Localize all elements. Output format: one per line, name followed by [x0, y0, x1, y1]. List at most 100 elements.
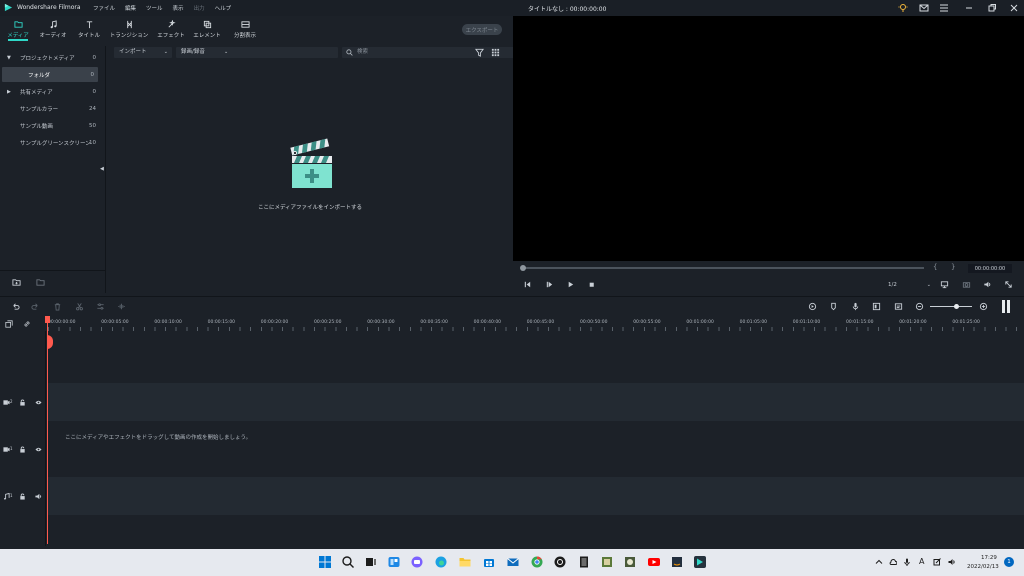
- widgets-icon[interactable]: [387, 555, 401, 569]
- collapse-sidebar-icon[interactable]: ◀: [100, 166, 104, 172]
- display-icon[interactable]: [940, 280, 949, 289]
- video-preview[interactable]: [513, 16, 1024, 261]
- step-back-icon[interactable]: [523, 280, 532, 289]
- clapperboard-import-icon[interactable]: [288, 138, 336, 190]
- microphone-icon[interactable]: [851, 302, 860, 311]
- app-icon[interactable]: [553, 555, 567, 569]
- menu-tools[interactable]: ツール: [146, 4, 163, 12]
- lock-icon[interactable]: [19, 399, 26, 406]
- store-icon[interactable]: [482, 555, 496, 569]
- tab-elements[interactable]: エレメント: [193, 16, 221, 42]
- minimize-icon[interactable]: [963, 2, 975, 14]
- link-icon[interactable]: [23, 320, 31, 328]
- menu-help[interactable]: ヘルプ: [215, 4, 232, 12]
- export-button[interactable]: エクスポート: [462, 24, 502, 35]
- app-icon[interactable]: [600, 555, 614, 569]
- step-forward-icon[interactable]: [545, 280, 554, 289]
- clock-date[interactable]: 2022/02/13: [967, 564, 999, 570]
- tab-media[interactable]: メディア: [7, 16, 29, 42]
- mail-icon[interactable]: [918, 2, 930, 14]
- fullscreen-icon[interactable]: [1004, 280, 1013, 289]
- sidebar-item-sample-videos[interactable]: サンプル動画 50: [0, 118, 100, 133]
- volume-icon[interactable]: [983, 280, 992, 289]
- edge-browser-icon[interactable]: [434, 555, 448, 569]
- menu-edit[interactable]: 編集: [125, 4, 136, 12]
- speaker-icon[interactable]: [948, 558, 956, 566]
- preview-quality-select[interactable]: 1/2 ⌄: [884, 280, 934, 290]
- eye-icon[interactable]: [35, 446, 42, 453]
- sidebar-item-folder[interactable]: フォルダ 0: [2, 67, 98, 82]
- audio-meter-icon[interactable]: [1002, 300, 1010, 313]
- menu-file[interactable]: ファイル: [93, 4, 115, 12]
- file-explorer-icon[interactable]: [458, 555, 472, 569]
- youtube-icon[interactable]: [647, 555, 661, 569]
- ime-indicator[interactable]: A: [919, 557, 924, 566]
- menu-export[interactable]: 出力: [194, 4, 205, 12]
- track-body[interactable]: [47, 383, 1024, 421]
- tab-audio[interactable]: オーディオ: [39, 16, 67, 42]
- cloud-icon[interactable]: [889, 558, 897, 566]
- zoom-in-icon[interactable]: [979, 302, 988, 311]
- windows-start-icon[interactable]: [318, 555, 332, 569]
- snapshot-icon[interactable]: [962, 280, 971, 289]
- track-body[interactable]: [47, 331, 1024, 383]
- notification-badge[interactable]: 1: [1004, 557, 1014, 567]
- chevron-up-icon[interactable]: [875, 558, 883, 566]
- track-body[interactable]: [47, 477, 1024, 515]
- pen-icon[interactable]: [933, 558, 941, 566]
- microphone-icon[interactable]: [903, 558, 911, 566]
- marker-icon[interactable]: [829, 302, 838, 311]
- menu-list-icon[interactable]: [938, 2, 950, 14]
- mail-icon[interactable]: [506, 555, 520, 569]
- lock-icon[interactable]: [19, 446, 26, 453]
- media-drop-area[interactable]: ここにメディアファイルをインポートする: [108, 60, 512, 293]
- mark-out-button[interactable]: }: [951, 263, 955, 271]
- close-icon[interactable]: [1008, 2, 1020, 14]
- timeline-ruler[interactable]: 00:00:00:00 00:00:05:00 00:00:10:00 00:00:1…: [0, 316, 1024, 331]
- playhead-line[interactable]: [47, 316, 48, 544]
- tab-transitions[interactable]: トランジション: [110, 16, 148, 42]
- play-icon[interactable]: [566, 280, 575, 289]
- zoom-out-icon[interactable]: [915, 302, 924, 311]
- sidebar-item-project-media[interactable]: ▼ プロジェクトメディア 0: [0, 50, 100, 65]
- mark-in-button[interactable]: {: [933, 263, 937, 271]
- app-icon[interactable]: [623, 555, 637, 569]
- mixer-icon[interactable]: [872, 302, 881, 311]
- filmora-taskbar-icon[interactable]: [693, 555, 707, 569]
- stop-icon[interactable]: [587, 280, 596, 289]
- expand-arrow-icon[interactable]: ▶: [7, 89, 11, 95]
- filter-icon[interactable]: [475, 48, 484, 57]
- delete-icon[interactable]: [53, 302, 62, 311]
- grid-view-icon[interactable]: [491, 48, 500, 57]
- zoom-slider-handle[interactable]: [954, 304, 959, 309]
- lightbulb-icon[interactable]: [897, 2, 909, 14]
- tab-effects[interactable]: エフェクト: [157, 16, 185, 42]
- sidebar-item-shared-media[interactable]: ▶ 共有メディア 0: [0, 84, 100, 99]
- playhead-marker[interactable]: [45, 316, 50, 323]
- search-icon[interactable]: [341, 555, 355, 569]
- teams-chat-icon[interactable]: [410, 555, 424, 569]
- restore-icon[interactable]: [986, 2, 998, 14]
- track-body[interactable]: ここにメディアやエフェクトをドラッグして動画の作成を開始しましょう。: [47, 421, 1024, 477]
- chrome-icon[interactable]: [530, 555, 544, 569]
- preview-progress-bar[interactable]: [522, 267, 924, 269]
- tab-split-screen[interactable]: 分割表示: [232, 16, 258, 42]
- expand-arrow-icon[interactable]: ▼: [7, 55, 11, 61]
- record-dropdown[interactable]: 録画/録音 ⌄: [176, 47, 338, 58]
- sidebar-item-sample-green-screen[interactable]: サンプルグリーンスクリーン 10: [0, 135, 100, 150]
- import-dropdown[interactable]: インポート ⌄: [114, 47, 172, 58]
- amazon-icon[interactable]: [670, 555, 684, 569]
- audio-waveform-icon[interactable]: [117, 302, 126, 311]
- zoom-slider[interactable]: [930, 306, 972, 307]
- folder-icon[interactable]: [36, 278, 45, 287]
- notebook-icon[interactable]: [577, 555, 591, 569]
- tab-titles[interactable]: タイトル: [78, 16, 100, 42]
- preview-progress-handle[interactable]: [520, 265, 526, 271]
- sidebar-item-sample-colors[interactable]: サンプルカラー 24: [0, 101, 100, 116]
- new-folder-icon[interactable]: [12, 278, 21, 287]
- cut-icon[interactable]: [75, 302, 84, 311]
- track-body[interactable]: [47, 515, 1024, 546]
- redo-icon[interactable]: [31, 302, 40, 311]
- speaker-icon[interactable]: [35, 493, 42, 500]
- add-track-icon[interactable]: [5, 320, 13, 328]
